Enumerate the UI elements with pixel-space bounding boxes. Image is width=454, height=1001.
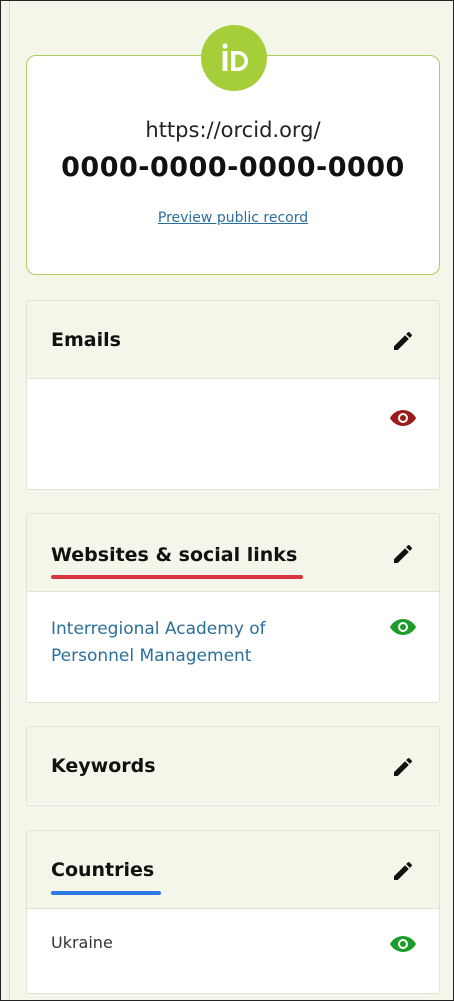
websites-header: Websites & social links <box>27 514 439 592</box>
emails-section: Emails <box>26 300 440 490</box>
edit-emails-pencil-icon[interactable] <box>391 329 415 353</box>
orcid-id-glyph-icon <box>222 43 248 71</box>
sidebar-divider <box>9 1 10 1000</box>
website-visibility-eye-icon[interactable] <box>389 616 417 638</box>
websites-title-underline <box>51 575 303 579</box>
orcid-id-number: 0000-0000-0000-0000 <box>61 152 405 183</box>
orcid-id-logo <box>201 25 267 91</box>
orcid-url: https://orcid.org/ <box>145 118 321 142</box>
record-sidebar: https://orcid.org/ 0000-0000-0000-0000 P… <box>0 0 454 1001</box>
countries-section: Countries Ukraine <box>26 830 440 994</box>
website-link[interactable]: Interregional Academy of Personnel Manag… <box>51 616 341 670</box>
emails-title: Emails <box>51 329 121 351</box>
emails-header: Emails <box>27 301 439 379</box>
keywords-section: Keywords <box>26 726 440 806</box>
edit-keywords-pencil-icon[interactable] <box>391 755 415 779</box>
country-item: Ukraine <box>51 933 113 952</box>
countries-title-underline <box>51 891 161 895</box>
keywords-header: Keywords <box>27 727 439 804</box>
edit-websites-pencil-icon[interactable] <box>391 542 415 566</box>
preview-public-record-link[interactable]: Preview public record <box>27 210 439 226</box>
websites-body: Interregional Academy of Personnel Manag… <box>27 592 439 702</box>
websites-section: Websites & social links Interregional Ac… <box>26 513 440 703</box>
emails-body <box>27 379 439 489</box>
email-visibility-eye-icon[interactable] <box>389 407 417 429</box>
country-visibility-eye-icon[interactable] <box>389 933 417 955</box>
websites-title: Websites & social links <box>51 544 298 566</box>
keywords-title: Keywords <box>51 755 156 777</box>
countries-header: Countries <box>27 831 439 909</box>
countries-body: Ukraine <box>27 909 439 993</box>
edit-countries-pencil-icon[interactable] <box>391 859 415 883</box>
countries-title: Countries <box>51 859 155 881</box>
